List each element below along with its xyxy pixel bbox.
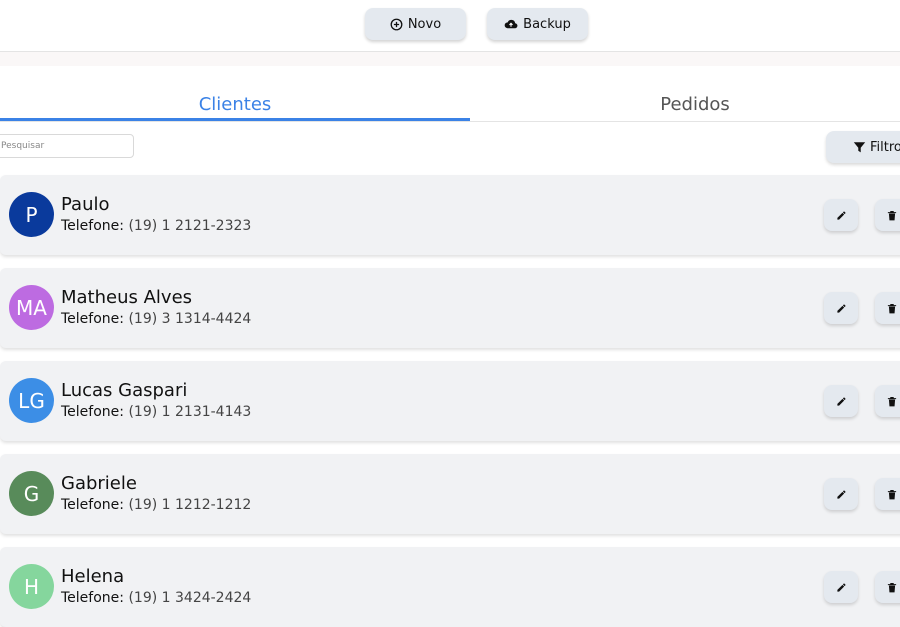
delete-button[interactable] — [875, 571, 900, 603]
search-input[interactable] — [0, 134, 134, 158]
trash-icon — [887, 396, 897, 406]
trash-icon — [887, 303, 897, 313]
trash-icon — [887, 489, 897, 499]
phone-label: Telefone: — [61, 590, 124, 606]
client-phone: Telefone: (19) 3 1314-4424 — [61, 311, 251, 327]
edit-button[interactable] — [824, 478, 858, 510]
filter-button-label: Filtros — [870, 139, 900, 155]
phone-value: (19) 1 2121-2323 — [128, 218, 252, 234]
edit-button[interactable] — [824, 199, 858, 231]
active-tab-indicator — [0, 118, 470, 121]
pencil-icon — [836, 582, 846, 592]
edit-button[interactable] — [824, 571, 858, 603]
backup-button[interactable]: Backup — [487, 8, 588, 40]
pencil-icon — [836, 396, 846, 406]
client-name: Helena — [61, 566, 125, 587]
avatar: P — [9, 192, 54, 237]
phone-value: (19) 3 1314-4424 — [128, 311, 252, 327]
client-name: Lucas Gaspari — [61, 380, 188, 401]
tab-bar: Clientes Pedidos — [0, 88, 900, 122]
phone-value: (19) 1 3424-2424 — [128, 590, 252, 606]
pencil-icon — [836, 303, 846, 313]
avatar: LG — [9, 378, 54, 423]
filter-icon — [853, 141, 866, 152]
phone-value: (19) 1 1212-1212 — [128, 497, 252, 513]
phone-label: Telefone: — [61, 404, 124, 420]
tab-clientes[interactable]: Clientes — [0, 88, 470, 121]
client-card[interactable]: G Gabriele Telefone: (19) 1 1212-1212 — [0, 454, 900, 534]
cloud-upload-icon — [504, 19, 518, 29]
client-card[interactable]: LG Lucas Gaspari Telefone: (19) 1 2131-4… — [0, 361, 900, 441]
client-phone: Telefone: (19) 1 3424-2424 — [61, 590, 251, 606]
filter-button[interactable]: Filtros — [826, 131, 900, 163]
client-name: Gabriele — [61, 473, 137, 494]
divider-strip — [0, 52, 900, 66]
client-name: Matheus Alves — [61, 287, 193, 308]
phone-label: Telefone: — [61, 497, 124, 513]
tab-pedidos[interactable]: Pedidos — [470, 88, 900, 121]
phone-value: (19) 1 2131-4143 — [128, 404, 252, 420]
avatar: H — [9, 564, 54, 609]
avatar: MA — [9, 285, 54, 330]
pencil-icon — [836, 210, 846, 220]
phone-label: Telefone: — [61, 311, 124, 327]
edit-button[interactable] — [824, 292, 858, 324]
client-card[interactable]: H Helena Telefone: (19) 1 3424-2424 — [0, 547, 900, 627]
client-card[interactable]: P Paulo Telefone: (19) 1 2121-2323 — [0, 175, 900, 255]
backup-button-label: Backup — [523, 16, 571, 32]
trash-icon — [887, 210, 897, 220]
client-phone: Telefone: (19) 1 2131-4143 — [61, 404, 251, 420]
trash-icon — [887, 582, 897, 592]
client-phone: Telefone: (19) 1 2121-2323 — [61, 218, 251, 234]
delete-button[interactable] — [875, 478, 900, 510]
avatar: G — [9, 471, 54, 516]
plus-circle-icon — [390, 18, 403, 30]
new-button-label: Novo — [407, 16, 442, 32]
client-card[interactable]: MA Matheus Alves Telefone: (19) 3 1314-4… — [0, 268, 900, 348]
client-name: Paulo — [61, 194, 110, 215]
edit-button[interactable] — [824, 385, 858, 417]
new-button[interactable]: Novo — [365, 8, 466, 40]
delete-button[interactable] — [875, 199, 900, 231]
top-toolbar: Novo Backup — [0, 0, 900, 52]
pencil-icon — [836, 489, 846, 499]
client-phone: Telefone: (19) 1 1212-1212 — [61, 497, 251, 513]
delete-button[interactable] — [875, 292, 900, 324]
phone-label: Telefone: — [61, 218, 124, 234]
delete-button[interactable] — [875, 385, 900, 417]
